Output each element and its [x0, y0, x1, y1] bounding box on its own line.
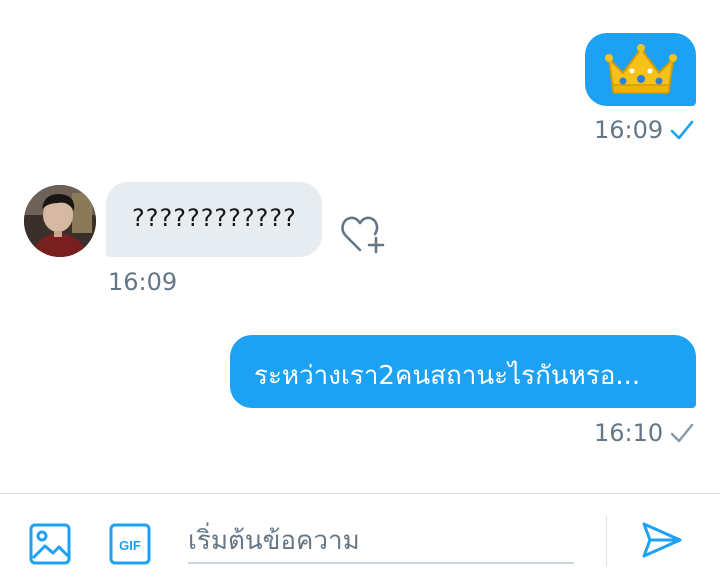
image-icon[interactable]: [28, 522, 72, 566]
gif-icon[interactable]: GIF: [108, 522, 152, 566]
dm-conversation-screen: 16:09 ???????????? 16:09 ระหว่างเรา2คนสถ…: [0, 0, 720, 585]
outgoing-message-bubble[interactable]: ระหว่างเรา2คนสถานะไรกันหรอ...: [230, 335, 696, 408]
heart-plus-icon[interactable]: [338, 212, 388, 256]
message-timestamp: 16:09: [594, 116, 664, 144]
read-check-icon: [670, 120, 694, 140]
message-input-placeholder: เริ่มต้นข้อความ: [188, 526, 360, 556]
incoming-message-bubble[interactable]: ????????????: [106, 182, 322, 257]
crown-emoji-icon: [605, 44, 677, 94]
message-text: ระหว่างเรา2คนสถานะไรกันหรอ...: [254, 361, 641, 391]
send-icon[interactable]: [640, 518, 684, 562]
message-text: ????????????: [132, 204, 297, 232]
contact-avatar[interactable]: [24, 185, 96, 257]
outgoing-message-bubble[interactable]: [585, 33, 696, 106]
message-timestamp: 16:09: [108, 268, 178, 296]
message-composer: GIF เริ่มต้นข้อความ: [0, 493, 720, 585]
composer-divider: [606, 516, 607, 566]
message-input[interactable]: เริ่มต้นข้อความ: [188, 514, 574, 564]
sent-check-icon: [670, 423, 694, 443]
message-timestamp: 16:10: [594, 419, 664, 447]
gif-label: GIF: [119, 538, 141, 553]
